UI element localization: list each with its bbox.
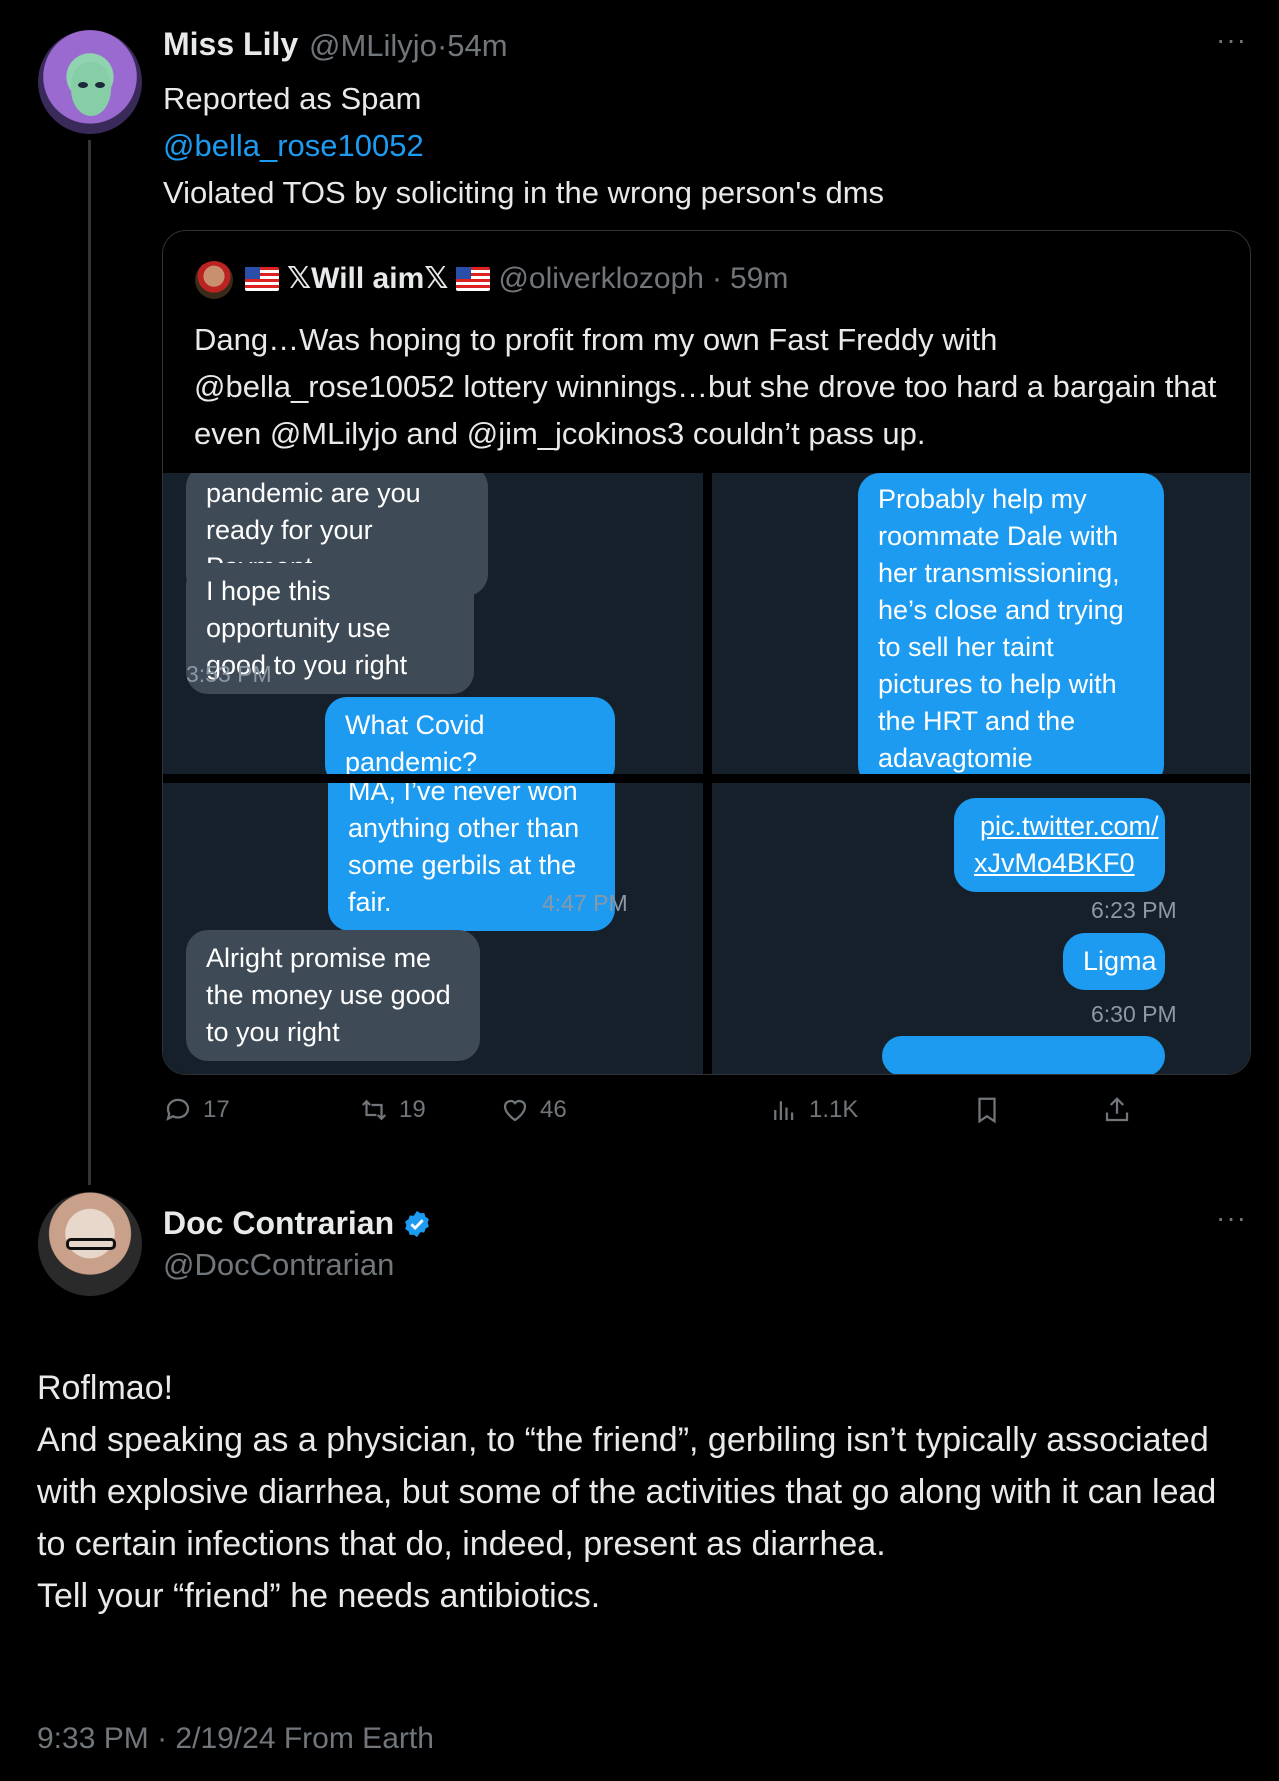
- post-time[interactable]: 9:33 PM: [37, 1722, 149, 1755]
- quote-author-name: 𝕏Will aim𝕏: [287, 262, 449, 295]
- views-icon: [774, 1101, 794, 1120]
- like-button[interactable]: 46: [500, 1095, 567, 1125]
- bookmark-icon: [978, 1097, 996, 1124]
- verified-badge-icon: [405, 1210, 430, 1237]
- post-text: Roflmao! And speaking as a physician, to…: [37, 1362, 1252, 1622]
- message-bubble: [882, 1036, 1165, 1074]
- quote-text: Dang…Was hoping to profit from my own Fa…: [194, 322, 1217, 451]
- heart-icon: [503, 1099, 527, 1122]
- screenshot-3[interactable]: MA, I’ve never won anything other than s…: [163, 783, 703, 1074]
- action-bar: 17 19 46 1.1K: [163, 1095, 1163, 1135]
- post-date[interactable]: 2/19/24: [175, 1722, 275, 1755]
- more-options-icon[interactable]: ···: [1216, 1202, 1247, 1234]
- us-flag-icon: [245, 266, 279, 291]
- reply-icon: [166, 1098, 190, 1121]
- reply-button[interactable]: 17: [163, 1095, 230, 1125]
- repost-button[interactable]: 19: [359, 1095, 426, 1125]
- message-bubble: Alright promise me the money use good to…: [186, 930, 480, 1061]
- avatar-face: [71, 62, 111, 116]
- screenshot-4[interactable]: pic.twitter.com/ xJvMo4BKF0 6:23 PM Ligm…: [712, 783, 1250, 1074]
- avatar-glasses: [66, 1238, 116, 1250]
- link-text[interactable]: pic.twitter.com/: [974, 808, 1159, 845]
- view-count: 1.1K: [809, 1096, 859, 1123]
- avatar-eye: [95, 82, 105, 88]
- author-handle[interactable]: @MLilyjo: [309, 28, 437, 63]
- share-button[interactable]: [1102, 1095, 1132, 1125]
- post-text: Reported as Spam @bella_rose10052 Violat…: [163, 75, 884, 216]
- quote-avatar: [195, 261, 233, 299]
- post-line: Roflmao!: [37, 1369, 174, 1407]
- post-age[interactable]: 54m: [447, 28, 507, 63]
- link-text[interactable]: xJvMo4BKF0: [974, 845, 1145, 882]
- avatar[interactable]: [38, 30, 142, 134]
- reply-count: 17: [203, 1096, 230, 1123]
- screenshot-2[interactable]: Probably help my roommate Dale with her …: [712, 473, 1250, 774]
- repost-count: 19: [399, 1096, 426, 1123]
- separator: ·: [711, 261, 722, 295]
- post-line: Reported as Spam: [163, 81, 422, 116]
- post-line: And speaking as a physician, to “the fri…: [37, 1421, 1217, 1563]
- link-bubble: pic.twitter.com/ xJvMo4BKF0: [954, 798, 1165, 892]
- author-name[interactable]: Doc Contrarian: [163, 1205, 394, 1242]
- quote-author: 𝕏Will aim𝕏 @oliverklozoph · 59m: [245, 261, 788, 296]
- message-bubble: What Covid pandemic?: [325, 697, 615, 774]
- repost-icon: [361, 1099, 387, 1121]
- author-handle[interactable]: @DocContrarian: [163, 1247, 394, 1283]
- message-bubble: Ligma: [1063, 933, 1165, 990]
- views-button[interactable]: 1.1K: [769, 1095, 858, 1125]
- us-flag-icon: [456, 266, 491, 291]
- media-grid[interactable]: pandemic are you ready for your Payment.…: [163, 473, 1250, 1074]
- message-bubble: Probably help my roommate Dale with her …: [858, 473, 1164, 774]
- author-name[interactable]: Miss Lily: [163, 26, 298, 63]
- quote-handle: @oliverklozoph: [498, 261, 704, 295]
- author-name-row: Doc Contrarian: [163, 1205, 432, 1242]
- author-meta: @MLilyjo·54m: [309, 28, 508, 64]
- avatar-eye: [78, 82, 88, 88]
- quote-age: 59m: [729, 261, 789, 295]
- bookmark-button[interactable]: [972, 1095, 1002, 1125]
- post-source: From Earth: [283, 1722, 434, 1755]
- message-time: 4:47 PM: [542, 890, 628, 916]
- post-timestamp: 9:33 PM · 2/19/24 From Earth: [37, 1722, 434, 1756]
- share-icon: [1105, 1097, 1129, 1122]
- message-time: 6:23 PM: [1091, 897, 1177, 923]
- like-count: 46: [540, 1096, 567, 1123]
- quoted-post[interactable]: 𝕏Will aim𝕏 @oliverklozoph · 59m Dang…Was h…: [162, 230, 1251, 1075]
- mention-link[interactable]: @bella_rose10052: [163, 122, 884, 169]
- separator: ·: [436, 28, 448, 63]
- post-line: Violated TOS by soliciting in the wrong …: [163, 175, 885, 210]
- post-line: Tell your “friend” he needs antibiotics.: [37, 1577, 601, 1615]
- separator: ·: [157, 1722, 168, 1755]
- screenshot-1[interactable]: pandemic are you ready for your Payment.…: [163, 473, 703, 774]
- message-time: 3:53 PM: [186, 661, 272, 687]
- thread-line: [88, 140, 91, 1185]
- avatar[interactable]: [38, 1192, 142, 1296]
- message-time: 6:30 PM: [1091, 1001, 1177, 1027]
- more-options-icon[interactable]: ···: [1216, 24, 1247, 56]
